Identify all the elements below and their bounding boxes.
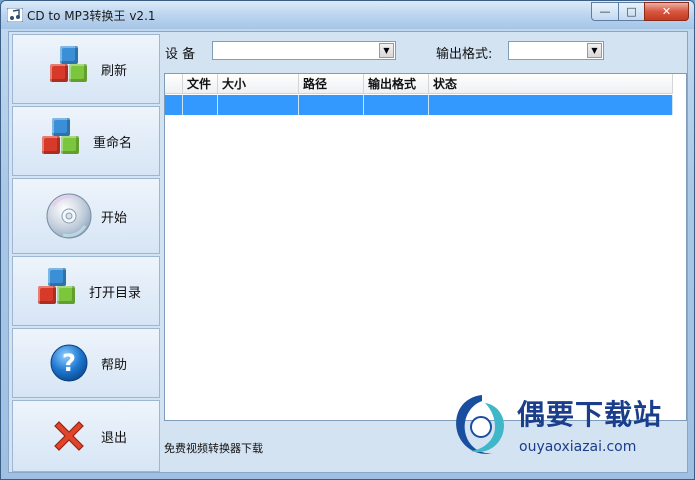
table-row[interactable] [165,95,673,115]
column-header-status[interactable]: 状态 [429,74,673,94]
cubes-icon [33,116,89,166]
open-directory-button[interactable]: 打开目录 [12,256,160,326]
watermark-name: 偶要下载站 [517,398,663,431]
table-cell [165,95,183,115]
chevron-down-icon[interactable]: ▼ [379,43,394,58]
refresh-button[interactable]: 刷新 [12,34,160,104]
table-cell [218,95,299,115]
column-header-path[interactable]: 路径 [299,74,364,94]
cubes-icon [29,266,85,316]
rename-label: 重命名 [93,135,133,151]
watermark-url: ouyaoxiazai.com [519,439,637,455]
refresh-label: 刷新 [101,63,128,79]
status-text[interactable]: 免费视频转换器下载 [164,440,263,456]
table-cell [183,95,218,115]
output-format-label: 输出格式: [436,47,493,62]
close-button[interactable]: ✕ [644,2,689,21]
help-button[interactable]: ? 帮助 [12,328,160,398]
device-label: 设 备 [165,47,196,62]
column-header-output-format[interactable]: 输出格式 [364,74,429,94]
file-list[interactable]: 文件 大小 路径 输出格式 状态 [164,73,687,421]
column-header-size[interactable]: 大小 [218,74,299,94]
minimize-button[interactable]: — [591,2,618,21]
window-title: CD to MP3转换王 v2.1 [27,9,156,23]
svg-text:?: ? [62,349,76,377]
start-label: 开始 [101,210,128,226]
watermark-logo: 偶要下载站 ouyaoxiazai.com [449,389,689,469]
table-cell [429,95,673,115]
table-cell [364,95,429,115]
window-controls: — □ ✕ [591,2,689,21]
start-button[interactable]: 开始 [12,178,160,254]
close-x-icon [41,411,97,461]
exit-label: 退出 [101,430,128,446]
device-select[interactable]: ▼ [212,41,396,60]
column-header-file[interactable]: 文件 [183,74,218,94]
rename-button[interactable]: 重命名 [12,106,160,176]
column-header-index[interactable] [165,74,183,94]
maximize-button[interactable]: □ [618,2,644,21]
title-bar[interactable]: CD to MP3转换王 v2.1 — □ ✕ [1,1,694,29]
app-window: CD to MP3转换王 v2.1 — □ ✕ 刷新 重命名 开始 打开目录 ?… [0,0,695,480]
chevron-down-icon[interactable]: ▼ [587,43,602,58]
exit-button[interactable]: 退出 [12,400,160,472]
cd-disc-icon [41,191,97,241]
cubes-icon [41,44,97,94]
help-label: 帮助 [101,357,128,373]
table-cell [299,95,364,115]
help-icon: ? [41,338,97,388]
open-directory-label: 打开目录 [89,285,142,301]
swirl-logo-icon [456,395,505,454]
output-format-select[interactable]: ▼ [508,41,604,60]
list-header: 文件 大小 路径 输出格式 状态 [165,74,673,94]
music-note-icon [7,8,23,22]
